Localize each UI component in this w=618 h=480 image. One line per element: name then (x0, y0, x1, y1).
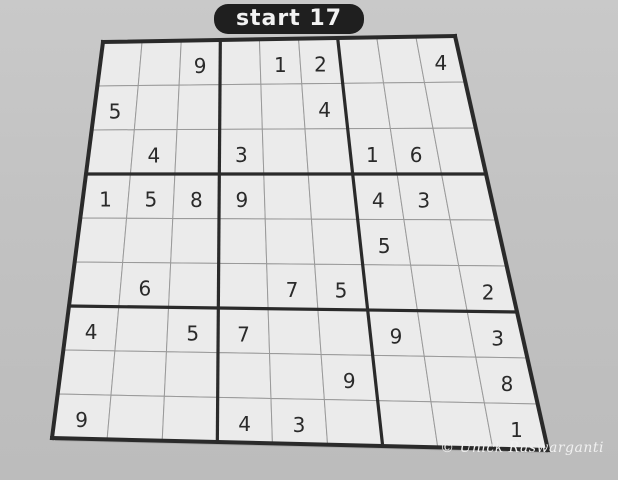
cell-digit: 3 (417, 188, 430, 212)
cell-digit: 9 (343, 369, 356, 393)
sudoku-cell[interactable] (133, 84, 180, 131)
cell-digit: 7 (286, 278, 299, 302)
cell-digit: 6 (410, 143, 423, 167)
cell-digit: 4 (85, 320, 98, 344)
sudoku-cell[interactable] (362, 264, 419, 312)
cell-digit: 3 (235, 143, 248, 167)
sudoku-cell[interactable] (261, 128, 309, 175)
sudoku-cell[interactable] (304, 128, 354, 175)
cell-digit: 1 (366, 143, 379, 167)
sudoku-cell[interactable] (372, 354, 432, 403)
cell-digit: 9 (390, 325, 403, 349)
sudoku-cell[interactable] (170, 217, 220, 264)
cell-digit: 8 (501, 372, 514, 396)
sudoku-cell[interactable] (219, 83, 263, 130)
sudoku-cell[interactable] (110, 350, 167, 397)
sudoku-cell[interactable] (122, 217, 174, 264)
cell-digit: 5 (378, 234, 391, 258)
sudoku-cell[interactable] (263, 173, 312, 220)
cell-digit: 2 (314, 53, 327, 77)
sudoku-cell[interactable] (57, 349, 116, 396)
sudoku-cell[interactable] (264, 218, 316, 265)
sudoku-cell[interactable] (267, 308, 322, 355)
cell-digit: 1 (510, 418, 523, 442)
cell-digit: 2 (482, 280, 495, 304)
sudoku-cell[interactable] (423, 355, 485, 404)
sudoku-cell[interactable] (377, 400, 439, 448)
sudoku-cell[interactable] (174, 128, 221, 175)
cell-digit: 5 (335, 279, 348, 303)
sudoku-cell[interactable] (163, 351, 219, 398)
cell-digit: 3 (491, 326, 504, 350)
sudoku-cell[interactable] (106, 394, 165, 442)
sudoku-cell[interactable] (74, 217, 128, 263)
sudoku-cell[interactable] (161, 395, 219, 443)
cell-digit: 5 (109, 99, 122, 123)
sudoku-cell[interactable] (218, 218, 268, 265)
cell-digit: 1 (274, 53, 287, 77)
sudoku-cell[interactable] (269, 353, 325, 401)
sudoku-cell[interactable] (342, 82, 391, 130)
sudoku-cell[interactable] (217, 262, 269, 310)
cell-digit: 3 (293, 413, 306, 437)
sudoku-cell[interactable] (317, 308, 374, 356)
cell-digit: 8 (190, 188, 203, 212)
sudoku-grid: 9 1 2 4 5 4 4 3 1 6 1 5 8 9 4 3 5 6 7 5 2 4 5 7 9 3 9 8 9 4 3 1 (49, 33, 551, 453)
cell-digit: 5 (186, 322, 199, 346)
sudoku-cell[interactable] (416, 310, 477, 358)
sudoku-cell[interactable] (323, 399, 384, 447)
cell-digit: 6 (139, 276, 152, 300)
cell-digit: 4 (148, 143, 161, 167)
sudoku-board: 9 1 2 4 5 4 4 3 1 6 1 5 8 9 4 3 5 6 7 5 2 4 5 7 9 3 9 8 9 4 3 1 (0, 0, 618, 464)
sudoku-cell[interactable] (168, 262, 220, 309)
sudoku-cell[interactable] (137, 40, 182, 87)
sudoku-cell[interactable] (219, 38, 262, 86)
cell-digit: 4 (238, 412, 251, 436)
sudoku-cell[interactable] (176, 84, 221, 131)
cell-digit: 5 (145, 188, 158, 212)
cell-digit: 9 (75, 408, 88, 432)
sudoku-cell[interactable] (310, 218, 364, 266)
sudoku-cell[interactable] (85, 129, 135, 175)
photo-credit: © Unick Raswarganti (440, 440, 604, 456)
sudoku-cell[interactable] (114, 306, 170, 353)
sudoku-cell[interactable] (307, 173, 359, 220)
sudoku-cell[interactable] (403, 219, 460, 267)
sudoku-cell[interactable] (337, 36, 385, 84)
cell-digit: 1 (99, 188, 112, 212)
cell-digit: 9 (236, 188, 249, 212)
sudoku-cell[interactable] (68, 261, 124, 308)
sudoku-cell[interactable] (217, 352, 272, 399)
cell-digit: 9 (194, 54, 207, 78)
sudoku-cell[interactable] (260, 83, 306, 130)
sudoku-cell[interactable] (410, 264, 468, 312)
cell-digit: 4 (435, 51, 448, 75)
cell-digit: 4 (372, 188, 385, 212)
cell-digit: 7 (237, 322, 250, 346)
cell-digit: 4 (318, 98, 331, 122)
